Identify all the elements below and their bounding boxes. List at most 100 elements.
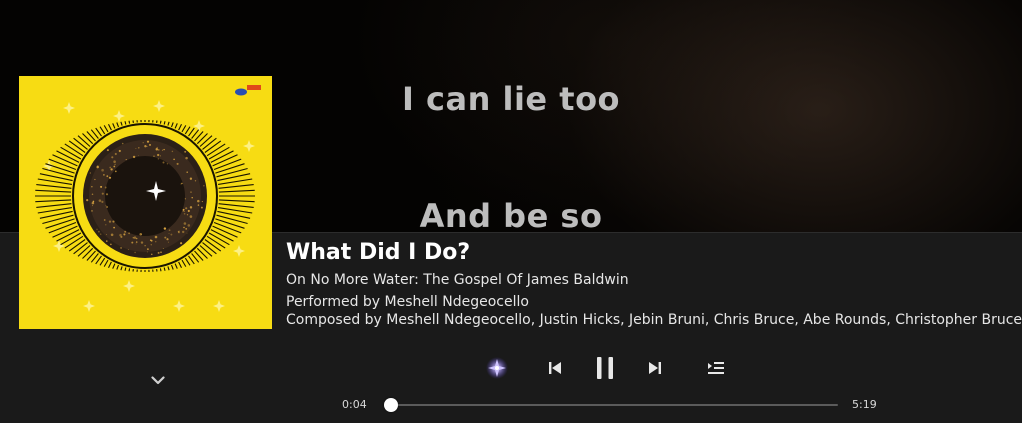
iris-speck — [97, 165, 99, 167]
iris-speck — [104, 219, 106, 221]
previous-track-button[interactable] — [544, 357, 566, 379]
iris-speck — [169, 229, 171, 231]
iris-speck — [197, 200, 200, 203]
iris-speck — [190, 215, 193, 218]
iris-speck — [106, 206, 108, 208]
iris-speck — [190, 206, 192, 208]
iris-speck — [141, 241, 143, 243]
progress-thumb[interactable] — [384, 398, 398, 412]
iris-speck — [163, 149, 164, 150]
iris-speck — [92, 194, 94, 196]
iris-speck — [90, 172, 91, 173]
iris-speck — [188, 224, 191, 227]
iris-speck — [160, 251, 162, 253]
iris-speck — [157, 154, 159, 156]
eye-ray — [125, 121, 126, 124]
iris-speck — [105, 205, 106, 206]
iris-speck — [145, 245, 146, 246]
iris-speck — [147, 248, 149, 250]
iris-speck — [172, 151, 174, 153]
iris-speck — [190, 178, 192, 180]
queue-button[interactable] — [704, 357, 728, 379]
iris-speck — [158, 158, 159, 159]
iris-speck — [106, 234, 107, 235]
iris-speck — [191, 197, 192, 198]
iris-speck — [100, 186, 102, 188]
iris-speck — [185, 228, 187, 230]
iris-speck — [184, 211, 185, 212]
collapse-button[interactable] — [146, 368, 170, 392]
iris-speck — [133, 156, 135, 158]
now-playing-screen: I can lie too And be so What Did I Do? O… — [0, 0, 1022, 423]
iris-speck — [128, 232, 130, 234]
iris-speck — [160, 155, 161, 156]
iris-speck — [164, 237, 166, 239]
iris-speck — [163, 248, 164, 249]
sparkle-button[interactable] — [484, 355, 510, 381]
total-time: 5:19 — [852, 398, 877, 411]
progress-slider[interactable] — [385, 398, 838, 412]
iris-speck — [151, 254, 152, 255]
eye-ray — [125, 268, 126, 271]
iris-speck — [114, 164, 116, 166]
iris-speck — [147, 146, 148, 147]
track-title: What Did I Do? — [286, 240, 470, 265]
iris-speck — [185, 198, 186, 199]
eye-ray — [160, 121, 161, 124]
iris-speck — [195, 180, 196, 181]
elapsed-time: 0:04 — [342, 398, 367, 411]
album-artwork — [19, 76, 272, 329]
iris-speck — [168, 242, 169, 243]
eye-ray — [129, 268, 130, 271]
iris-speck — [92, 202, 95, 205]
track-album[interactable]: On No More Water: The Gospel Of James Ba… — [286, 272, 629, 288]
skip-previous-icon — [547, 360, 563, 376]
iris-speck — [120, 247, 122, 249]
iris-speck — [138, 147, 140, 149]
iris-speck — [101, 169, 104, 172]
iris-speck — [106, 193, 108, 195]
iris-speck — [111, 234, 114, 237]
iris-speck — [156, 148, 159, 151]
iris-speck — [113, 166, 115, 168]
iris-speck — [109, 167, 111, 169]
eye-ray — [164, 121, 165, 124]
iris-speck — [158, 149, 160, 151]
iris-speck — [184, 213, 186, 215]
pause-button[interactable] — [592, 354, 618, 382]
iris-speck — [181, 183, 182, 184]
iris-speck — [184, 151, 186, 153]
iris-speck — [203, 185, 204, 186]
skip-next-icon — [647, 360, 663, 376]
iris-speck — [106, 175, 108, 177]
iris-speck — [173, 159, 174, 160]
iris-speck — [182, 231, 184, 233]
iris-speck — [147, 141, 149, 143]
iris-speck — [162, 161, 164, 163]
iris-speck — [153, 155, 155, 157]
pause-icon — [595, 356, 615, 380]
iris-speck — [101, 201, 103, 203]
iris-speck — [122, 143, 124, 145]
iris-speck — [151, 244, 152, 245]
album-art-eye-graphic — [19, 76, 272, 329]
iris-speck — [97, 229, 98, 230]
iris-speck — [110, 168, 112, 170]
next-track-button[interactable] — [644, 357, 666, 379]
iris-speck — [157, 147, 158, 148]
iris-speck — [109, 177, 111, 179]
iris-speck — [124, 231, 126, 233]
iris-speck — [98, 231, 100, 233]
eye-ray — [164, 268, 165, 271]
iris-speck — [111, 156, 113, 158]
eye-ray — [160, 268, 161, 271]
progress-track[interactable] — [385, 404, 838, 406]
iris-speck — [134, 236, 137, 239]
iris-speck — [110, 244, 111, 245]
iris-speck — [185, 157, 188, 160]
iris-speck — [131, 242, 133, 244]
iris-speck — [187, 233, 188, 234]
iris-speck — [169, 233, 170, 234]
iris-speck — [115, 153, 117, 155]
iris-speck — [147, 251, 148, 252]
